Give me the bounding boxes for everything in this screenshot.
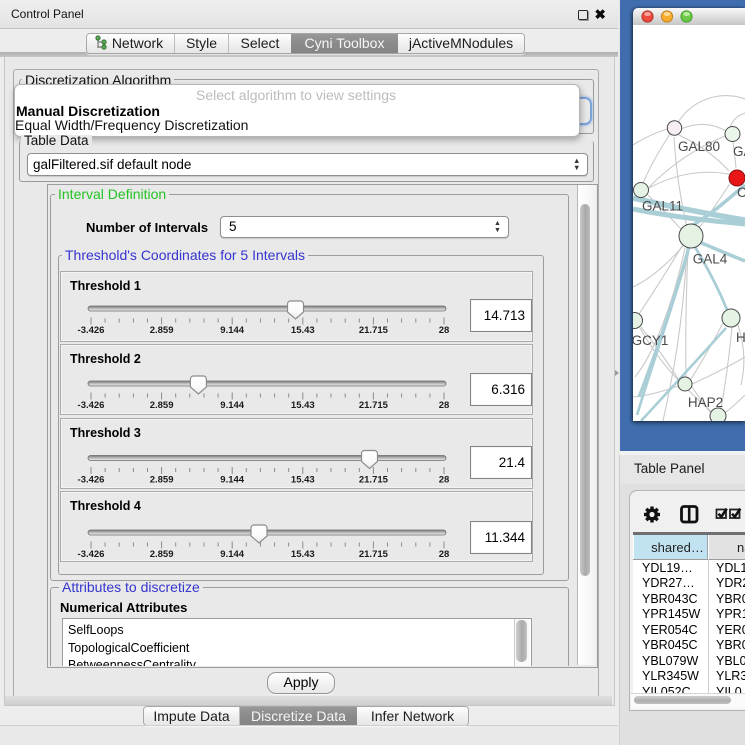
svg-text:28: 28 (439, 325, 450, 336)
svg-text:2.859: 2.859 (150, 325, 174, 336)
svg-text:GCY1: GCY1 (633, 333, 668, 348)
svg-text:2.859: 2.859 (150, 549, 174, 560)
svg-text:-3.426: -3.426 (78, 325, 105, 336)
svg-text:Threshold 1: Threshold 1 (70, 279, 141, 293)
svg-text:15.43: 15.43 (291, 400, 315, 411)
svg-text:GAL11: GAL11 (642, 199, 683, 214)
svg-text:GA: GA (733, 144, 745, 159)
svg-text:2.859: 2.859 (150, 400, 174, 411)
svg-text:9.144: 9.144 (220, 549, 244, 560)
svg-text:9.144: 9.144 (220, 400, 244, 411)
svg-text:-3.426: -3.426 (78, 474, 105, 485)
svg-text:Threshold 2: Threshold 2 (70, 352, 141, 366)
svg-text:9.144: 9.144 (220, 474, 244, 485)
svg-text:2.859: 2.859 (150, 474, 174, 485)
svg-text:-3.426: -3.426 (78, 400, 105, 411)
svg-text:HAP2: HAP2 (688, 395, 723, 410)
svg-text:15.43: 15.43 (291, 549, 315, 560)
svg-text:15.43: 15.43 (291, 325, 315, 336)
svg-text:C: C (737, 185, 745, 200)
svg-text:Threshold 4: Threshold 4 (70, 499, 141, 513)
svg-text:15.43: 15.43 (291, 474, 315, 485)
svg-text:21.715: 21.715 (359, 400, 389, 411)
svg-text:-3.426: -3.426 (78, 549, 105, 560)
svg-text:21.715: 21.715 (359, 325, 389, 336)
svg-text:Threshold 3: Threshold 3 (70, 426, 141, 440)
svg-text:H: H (736, 330, 745, 345)
svg-text:21.715: 21.715 (359, 549, 389, 560)
svg-text:9.144: 9.144 (220, 325, 244, 336)
svg-text:28: 28 (439, 474, 450, 485)
svg-text:28: 28 (439, 549, 450, 560)
svg-text:28: 28 (439, 400, 450, 411)
svg-text:GAL80: GAL80 (678, 139, 720, 154)
svg-text:21.715: 21.715 (359, 474, 389, 485)
svg-text:GAL4: GAL4 (693, 252, 728, 267)
